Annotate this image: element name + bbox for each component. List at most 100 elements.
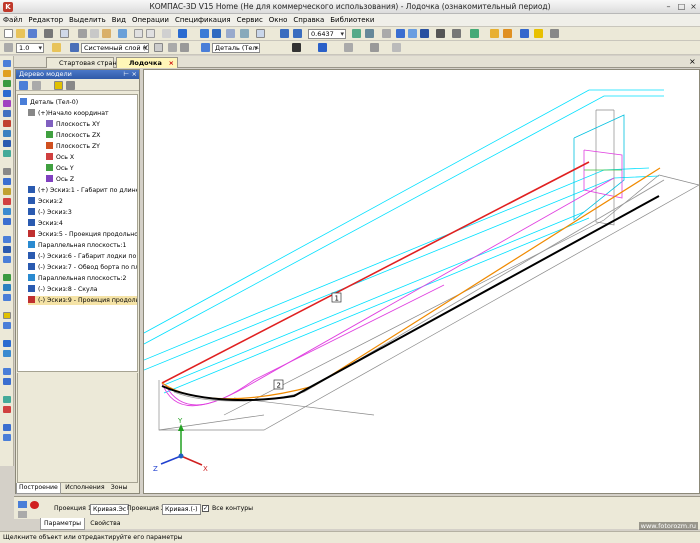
- print-icon[interactable]: [44, 29, 53, 38]
- paste-icon[interactable]: [102, 29, 111, 38]
- all-contours-checkbox[interactable]: ✓: [202, 505, 209, 512]
- tree-item[interactable]: Плоскость XY: [46, 120, 137, 129]
- zoom-fit-icon[interactable]: [240, 29, 249, 38]
- maximize-button[interactable]: □: [677, 2, 686, 11]
- layer-combo[interactable]: Системный слой (0): [81, 43, 149, 53]
- close-document-icon[interactable]: ×: [689, 57, 696, 66]
- pin-icon[interactable]: ⊢: [123, 70, 129, 79]
- menu-specification[interactable]: Спецификация: [172, 14, 234, 27]
- tab-versions[interactable]: Исполнения: [63, 483, 106, 493]
- menu-help[interactable]: Справка: [290, 14, 327, 27]
- helix-icon[interactable]: [3, 198, 11, 205]
- variables-icon[interactable]: [534, 29, 543, 38]
- fillet-icon[interactable]: [3, 130, 11, 137]
- report-tool-icon[interactable]: [3, 434, 11, 441]
- tree-item[interactable]: (-) Эскиз:3: [28, 208, 137, 217]
- magnify-icon[interactable]: [280, 29, 289, 38]
- stop-icon[interactable]: [30, 501, 39, 509]
- library-icon[interactable]: [490, 29, 499, 38]
- render-icon[interactable]: [344, 43, 353, 52]
- plane-tool-icon[interactable]: [3, 236, 11, 243]
- bend-icon[interactable]: [3, 378, 11, 385]
- wireframe-icon[interactable]: [396, 29, 405, 38]
- create-object-icon[interactable]: [18, 501, 27, 508]
- revolve-icon[interactable]: [3, 90, 11, 97]
- view-settings-icon[interactable]: [370, 43, 379, 52]
- cut-icon[interactable]: [78, 29, 87, 38]
- copy-icon[interactable]: [90, 29, 99, 38]
- detail-combo[interactable]: Деталь (Тел-0): [212, 43, 260, 53]
- curve-label-2[interactable]: 2: [273, 379, 284, 390]
- zoom-scale-icon[interactable]: [226, 29, 235, 38]
- sweep-icon[interactable]: [3, 110, 11, 117]
- tree-item[interactable]: Эскиз:5 - Проекция продольного: [28, 230, 137, 239]
- extrude-icon[interactable]: [3, 80, 11, 87]
- projection1-field[interactable]: Кривая.Эс: [90, 504, 130, 515]
- zoom-combo[interactable]: 0.6437: [308, 29, 346, 39]
- tree-item[interactable]: (+) Эскиз:1 - Габарит по длине: [28, 186, 137, 195]
- point-icon[interactable]: [3, 168, 11, 175]
- tree-item[interactable]: Плоскость ZY: [46, 142, 137, 151]
- manager-icon[interactable]: [503, 29, 512, 38]
- shaded-icon[interactable]: [408, 29, 417, 38]
- menu-file[interactable]: Файл: [0, 14, 25, 27]
- mirror-icon[interactable]: [3, 350, 11, 357]
- ruled-surface-icon[interactable]: [3, 294, 11, 301]
- 3d-viewport[interactable]: 1 2 Y X Z: [143, 69, 700, 494]
- filter-icon[interactable]: [436, 29, 445, 38]
- tree-item[interactable]: (-) Эскиз:8 - Скула: [28, 285, 137, 294]
- grid-icon[interactable]: [168, 43, 177, 52]
- report-icon[interactable]: [520, 29, 529, 38]
- minimize-button[interactable]: –: [664, 2, 673, 11]
- display-mode-icon[interactable]: [318, 43, 327, 52]
- spec-icon[interactable]: [3, 424, 11, 431]
- curve-label-1[interactable]: 1: [331, 292, 342, 303]
- tree-item[interactable]: Плоскость ZX: [46, 131, 137, 140]
- tree-item[interactable]: (+)Начало координат: [28, 109, 137, 118]
- help-panel-icon[interactable]: [18, 511, 27, 518]
- preview-icon[interactable]: [60, 29, 69, 38]
- local-cs-icon[interactable]: [180, 43, 189, 52]
- options-icon[interactable]: [550, 29, 559, 38]
- snap-icon[interactable]: [52, 43, 61, 52]
- tab-parameters[interactable]: Параметры: [40, 518, 86, 530]
- refresh-icon[interactable]: [178, 29, 187, 38]
- patch-icon[interactable]: [3, 284, 11, 291]
- tree-item[interactable]: Параллельная плоскость:1: [28, 241, 137, 250]
- tab-start-page[interactable]: Стартовая страница: [46, 57, 129, 68]
- chamfer-icon[interactable]: [3, 140, 11, 147]
- edit-part-icon[interactable]: [3, 60, 11, 67]
- pan-icon[interactable]: [382, 29, 391, 38]
- tree-item[interactable]: (-) Эскиз:9 - Проекция продольн: [28, 296, 137, 305]
- tab-construction[interactable]: Построение: [16, 483, 61, 494]
- close-panel-icon[interactable]: ×: [132, 70, 137, 79]
- tree-filter-icon[interactable]: [54, 81, 63, 90]
- tree-item[interactable]: Эскиз:2: [28, 197, 137, 206]
- menu-window[interactable]: Окно: [266, 14, 291, 27]
- rotate-icon[interactable]: [352, 29, 361, 38]
- menu-view[interactable]: Вид: [109, 14, 129, 27]
- cs-tool-icon[interactable]: [3, 256, 11, 263]
- cut-extrude-icon[interactable]: [3, 120, 11, 127]
- menu-libraries[interactable]: Библиотеки: [327, 14, 377, 27]
- sheet-metal-icon[interactable]: [3, 368, 11, 375]
- polyline-icon[interactable]: [3, 208, 11, 215]
- tree-item[interactable]: Деталь (Тел-0): [20, 98, 137, 107]
- new-document-icon[interactable]: [4, 29, 13, 38]
- properties-icon[interactable]: [118, 29, 127, 38]
- perspective-icon[interactable]: [420, 29, 429, 38]
- save-icon[interactable]: [28, 29, 37, 38]
- array-icon[interactable]: [3, 340, 11, 347]
- tree-item[interactable]: Параллельная плоскость:2: [28, 274, 137, 283]
- zoom-out-icon[interactable]: [293, 29, 302, 38]
- tree-mode-icon[interactable]: [32, 81, 41, 90]
- menu-operations[interactable]: Операции: [129, 14, 172, 27]
- tab-zones[interactable]: Зоны: [109, 483, 130, 493]
- tree-item[interactable]: (-) Эскиз:7 - Обвод борта по пла: [28, 263, 137, 272]
- tree-item[interactable]: Ось Y: [46, 164, 137, 173]
- section-icon[interactable]: [470, 29, 479, 38]
- projection2-field[interactable]: Кривая.(-): [162, 504, 201, 515]
- open-folder-icon[interactable]: [16, 29, 25, 38]
- orientation-icon[interactable]: [292, 43, 301, 52]
- projection-curve-icon[interactable]: [3, 218, 11, 225]
